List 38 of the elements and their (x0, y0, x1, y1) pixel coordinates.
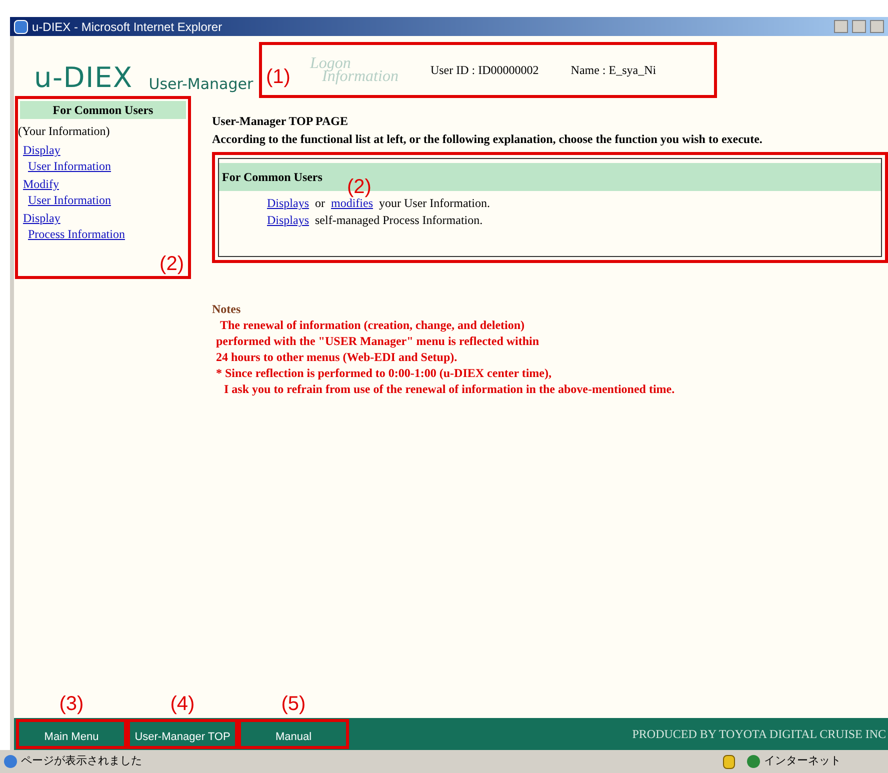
sidebar-heading: For Common Users (20, 101, 186, 119)
status-text: ページが表示されました (21, 753, 142, 770)
function-text: self-managed Process Information. (315, 212, 483, 229)
sidebar-link[interactable]: Display User Information (23, 142, 111, 174)
logo: u-DIEX (34, 64, 133, 92)
note-line: The renewal of information (creation, change, and deletion) (219, 317, 526, 333)
footer-button[interactable]: Manual (238, 719, 349, 749)
function-link[interactable]: Displays (267, 195, 309, 212)
app-subtitle: User-Manager (148, 77, 254, 92)
sidebar-link[interactable]: Modify User Information (23, 176, 111, 208)
annotation-label: (1) (266, 67, 290, 87)
window-title: u-DIEX - Microsoft Internet Explorer (32, 18, 222, 36)
user-id-text: User ID : ID00000002 (430, 62, 539, 79)
annotation-label: (5) (281, 693, 306, 715)
annotation-label: (2) (347, 177, 372, 197)
information-label: Information (322, 70, 398, 83)
credit-text: PRODUCED BY TOYOTA DIGITAL CRUISE INC (632, 726, 887, 743)
function-link[interactable]: Displays (267, 212, 309, 229)
logon-label: Logon (310, 57, 351, 70)
note-line: 24 hours to other menus (Web-EDI and Setup). (215, 349, 458, 365)
footer-button[interactable]: User-Manager TOP (127, 719, 238, 749)
panel-heading: For Common Users (222, 169, 322, 186)
notes-heading: Notes (212, 301, 242, 317)
instruction-text: According to the functional list at left, or the following explanation, choose the function you wish to execute. (212, 131, 764, 148)
function-text: or (315, 195, 325, 212)
function-text: your User Information. (379, 195, 490, 212)
sidebar-link[interactable]: Display Process Information (23, 210, 125, 242)
note-line: performed with the "USER Manager" menu is reflected within (215, 333, 540, 349)
group-label: (Your Information) (18, 123, 111, 140)
zone-text: インターネット (764, 753, 842, 770)
annotation-label: (4) (170, 693, 195, 715)
note-line: I ask you to refrain from use of the renewal of information in the above-mentioned time. (223, 381, 676, 397)
annotation-label: (3) (59, 693, 84, 715)
annotation-label: (2) (160, 254, 184, 274)
footer-button[interactable]: Main Menu (16, 719, 127, 749)
page-title: User-Manager TOP PAGE (212, 113, 349, 130)
user-name-text: Name : E_sya_Ni (570, 62, 656, 79)
note-line: * Since reflection is performed to 0:00-1:00 (u-DIEX center time), (215, 365, 552, 381)
